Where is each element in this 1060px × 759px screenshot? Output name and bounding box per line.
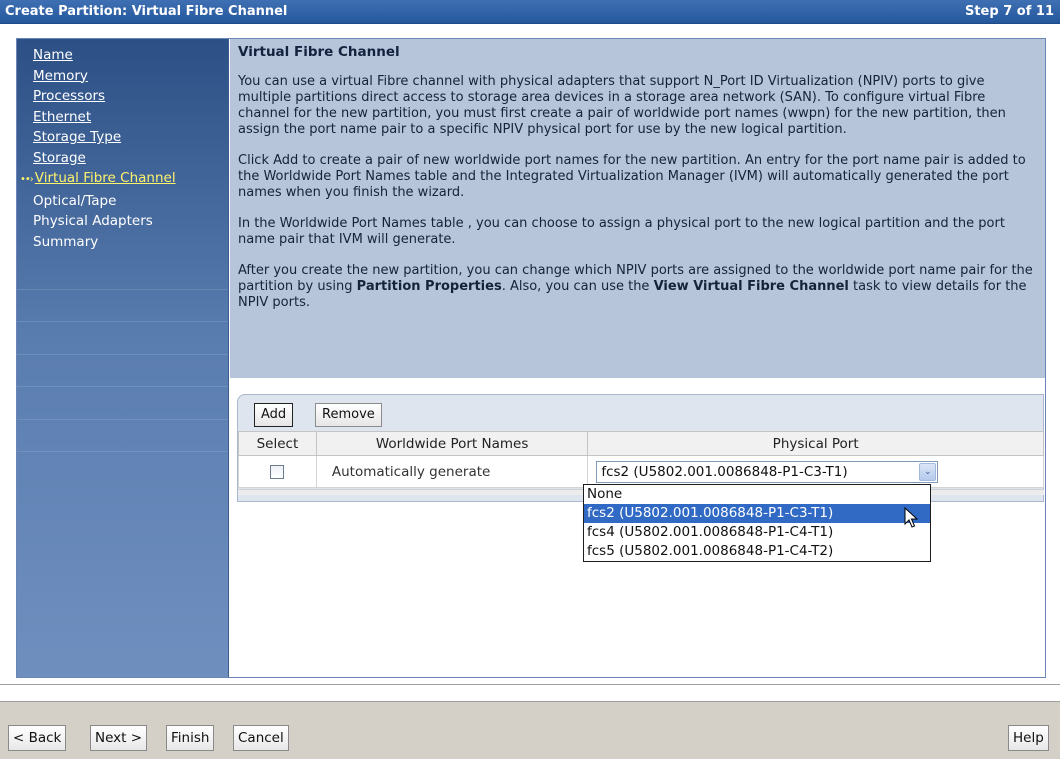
table-row: Automatically generate fcs2 (U5802.001.0…: [238, 455, 1044, 488]
description-paragraph-2: Click Add to create a pair of new worldw…: [238, 153, 1026, 200]
nav-item-ethernet[interactable]: Ethernet: [33, 107, 228, 128]
nav-link-virtual-fibre-channel[interactable]: Virtual Fibre Channel: [35, 170, 176, 186]
cancel-button[interactable]: Cancel: [233, 725, 289, 751]
main-content: Virtual Fibre Channel You can use a virt…: [230, 39, 1045, 677]
finish-button[interactable]: Finish: [166, 725, 215, 751]
back-button[interactable]: < Back: [8, 725, 67, 751]
nav-label-optical-tape: Optical/Tape: [33, 192, 117, 209]
nav-item-memory[interactable]: Memory: [33, 66, 228, 87]
column-header-select[interactable]: Select: [238, 431, 317, 456]
chevron-down-icon[interactable]: ⌄: [919, 462, 937, 481]
option-fcs4[interactable]: fcs4 (U5802.001.0086848-P1-C4-T1): [584, 523, 930, 542]
nav-label-physical-adapters: Physical Adapters: [33, 213, 153, 229]
table-header-row: Select Worldwide Port Names Physical Por…: [238, 431, 1044, 456]
sidebar-divider: [17, 289, 228, 290]
nav-link-memory[interactable]: Memory: [33, 68, 88, 84]
wwpn-cell: Automatically generate: [315, 455, 589, 488]
nav-item-storage-type[interactable]: Storage Type: [33, 127, 228, 148]
description-paragraph-4: After you create the new partition, you …: [238, 263, 1037, 311]
view-vfc-task-term: View Virtual Fibre Channel: [653, 279, 849, 294]
column-header-wwpn[interactable]: Worldwide Port Names: [315, 431, 589, 456]
row-select-checkbox[interactable]: [270, 464, 285, 479]
physical-port-select-value: fcs2 (U5802.001.0086848-P1-C3-T1): [601, 463, 848, 480]
paragraph-4-text-b: . Also, you can use the: [501, 279, 654, 294]
nav-item-virtual-fibre-channel[interactable]: ••› Virtual Fibre Channel: [20, 168, 228, 191]
nav-item-name[interactable]: Name: [33, 45, 228, 66]
remove-button[interactable]: Remove: [315, 403, 382, 427]
sidebar-divider: [17, 354, 228, 355]
page-heading: Virtual Fibre Channel: [238, 44, 400, 60]
description-panel: Virtual Fibre Channel You can use a virt…: [230, 39, 1045, 378]
wizard-title: Create Partition: Virtual Fibre Channel: [5, 4, 288, 19]
help-button[interactable]: Help: [1008, 725, 1049, 751]
nav-item-optical-tape: Optical/Tape: [33, 191, 228, 212]
option-fcs2[interactable]: fcs2 (U5802.001.0086848-P1-C3-T1): [584, 504, 930, 523]
nav-label-summary: Summary: [33, 233, 99, 250]
physical-port-options-list: None fcs2 (U5802.001.0086848-P1-C3-T1) f…: [583, 484, 931, 562]
nav-item-processors[interactable]: Processors: [33, 86, 228, 107]
nav-item-summary: Summary: [33, 232, 228, 253]
sidebar-divider: [17, 419, 228, 420]
add-button[interactable]: Add: [254, 403, 294, 427]
sidebar-divider: [17, 386, 228, 387]
nav-link-storage-type[interactable]: Storage Type: [33, 129, 121, 145]
status-strip: [0, 685, 1060, 702]
nav-item-physical-adapters: Physical Adapters: [33, 211, 228, 232]
partition-properties-term: Partition Properties: [356, 279, 502, 294]
physical-port-cell: fcs2 (U5802.001.0086848-P1-C3-T1) ⌄: [587, 455, 1044, 488]
wizard-footer: < Back Next > Finish Cancel Help: [0, 703, 1060, 759]
sidebar-divider: [17, 321, 228, 322]
nav-link-name[interactable]: Name: [33, 47, 73, 63]
nav-link-ethernet[interactable]: Ethernet: [33, 109, 91, 125]
wizard-step-navigation: Name Memory Processors Ethernet Storage …: [17, 39, 229, 677]
option-none[interactable]: None: [584, 485, 930, 504]
nav-link-processors[interactable]: Processors: [33, 88, 105, 104]
wizard-body: Name Memory Processors Ethernet Storage …: [16, 38, 1046, 678]
mouse-pointer-icon: [904, 507, 918, 528]
current-step-arrow-icon: ••›: [20, 174, 34, 185]
wizard-titlebar: Create Partition: Virtual Fibre Channel …: [0, 0, 1060, 24]
wizard-frame: Name Memory Processors Ethernet Storage …: [0, 24, 1060, 684]
physical-port-select[interactable]: fcs2 (U5802.001.0086848-P1-C3-T1) ⌄: [596, 460, 939, 483]
wwpn-table: Select Worldwide Port Names Physical Por…: [238, 431, 1044, 488]
nav-link-storage[interactable]: Storage: [33, 150, 86, 166]
nav-item-storage[interactable]: Storage: [33, 148, 228, 169]
column-header-physical-port[interactable]: Physical Port: [587, 431, 1044, 456]
description-paragraph-3: In the Worldwide Port Names table , you …: [238, 216, 1005, 247]
option-fcs5[interactable]: fcs5 (U5802.001.0086848-P1-C4-T2): [584, 542, 930, 561]
select-cell: [238, 455, 317, 488]
next-button[interactable]: Next >: [90, 725, 148, 751]
description-paragraph-1: You can use a virtual Fibre channel with…: [238, 74, 1006, 137]
sidebar-divider: [17, 451, 228, 452]
step-indicator: Step 7 of 11: [964, 4, 1054, 19]
